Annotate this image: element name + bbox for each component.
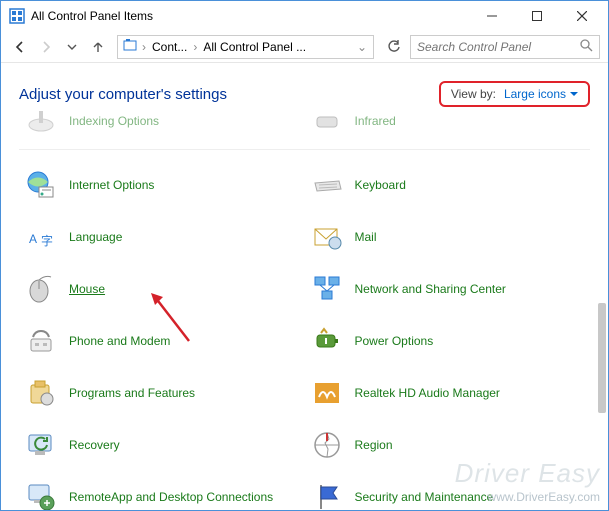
search-box[interactable] <box>410 35 600 59</box>
view-by-value: Large icons <box>504 87 566 101</box>
network-icon <box>309 271 345 307</box>
region-icon <box>309 427 345 463</box>
mail-icon <box>309 219 345 255</box>
item-keyboard[interactable]: Keyboard <box>305 165 591 205</box>
breadcrumb-root-icon <box>122 37 138 56</box>
item-indexing-options[interactable]: Indexing Options <box>19 101 305 141</box>
minimize-button[interactable] <box>469 2 514 30</box>
item-programs-features[interactable]: Programs and Features <box>19 373 305 413</box>
item-power-options[interactable]: Power Options <box>305 321 591 361</box>
up-button[interactable] <box>87 36 109 58</box>
view-by-label: View by: <box>451 87 496 101</box>
item-label: Security and Maintenance <box>355 490 494 505</box>
item-mail[interactable]: Mail <box>305 217 591 257</box>
chevron-right-icon: › <box>191 40 199 54</box>
item-label: Indexing Options <box>69 114 159 129</box>
recent-dropdown[interactable] <box>61 36 83 58</box>
page-title: Adjust your computer's settings <box>19 86 227 103</box>
language-icon: A字 <box>23 219 59 255</box>
item-realtek-audio[interactable]: Realtek HD Audio Manager <box>305 373 591 413</box>
item-mouse[interactable]: Mouse <box>19 269 305 309</box>
power-options-icon <box>309 323 345 359</box>
chevron-down-icon <box>570 90 578 98</box>
item-label: Mail <box>355 230 377 245</box>
separator <box>19 149 590 150</box>
svg-text:字: 字 <box>41 233 53 248</box>
item-label: Programs and Features <box>69 386 195 401</box>
search-input[interactable] <box>417 40 567 54</box>
item-label: Language <box>69 230 122 245</box>
item-region[interactable]: Region <box>305 425 591 465</box>
view-by-dropdown[interactable]: Large icons <box>504 87 578 101</box>
security-maintenance-icon <box>309 479 345 510</box>
item-label: Phone and Modem <box>69 334 170 349</box>
keyboard-icon <box>309 167 345 203</box>
titlebar: All Control Panel Items <box>1 1 608 31</box>
remoteapp-icon <box>23 479 59 510</box>
realtek-icon <box>309 375 345 411</box>
phone-modem-icon <box>23 323 59 359</box>
item-label: Network and Sharing Center <box>355 282 506 297</box>
item-label: Mouse <box>69 282 105 297</box>
scrollbar-thumb[interactable] <box>598 303 606 413</box>
search-icon <box>579 38 593 55</box>
item-phone-modem[interactable]: Phone and Modem <box>19 321 305 361</box>
back-button[interactable] <box>9 36 31 58</box>
nav-toolbar: › Cont... › All Control Panel ... ⌄ <box>1 31 608 63</box>
item-label: Infrared <box>355 114 396 129</box>
control-panel-icon <box>9 8 25 24</box>
chevron-right-icon: › <box>140 40 148 54</box>
close-button[interactable] <box>559 2 604 30</box>
item-internet-options[interactable]: Internet Options <box>19 165 305 205</box>
item-infrared[interactable]: Infrared <box>305 101 591 141</box>
items-grid: Indexing Options Infrared Internet Optio… <box>19 125 590 510</box>
infrared-icon <box>309 103 345 139</box>
forward-button[interactable] <box>35 36 57 58</box>
programs-features-icon <box>23 375 59 411</box>
item-label: Keyboard <box>355 178 406 193</box>
internet-options-icon <box>23 167 59 203</box>
item-recovery[interactable]: Recovery <box>19 425 305 465</box>
maximize-button[interactable] <box>514 2 559 30</box>
breadcrumb-seg-2[interactable]: All Control Panel ... <box>201 40 308 54</box>
item-label: Internet Options <box>69 178 154 193</box>
recovery-icon <box>23 427 59 463</box>
refresh-button[interactable] <box>382 35 406 59</box>
item-label: Recovery <box>69 438 120 453</box>
indexing-icon <box>23 103 59 139</box>
chevron-down-icon[interactable]: ⌄ <box>355 40 369 54</box>
item-label: Power Options <box>355 334 434 349</box>
breadcrumb[interactable]: › Cont... › All Control Panel ... ⌄ <box>117 35 374 59</box>
item-network-sharing[interactable]: Network and Sharing Center <box>305 269 591 309</box>
breadcrumb-seg-1[interactable]: Cont... <box>150 40 189 54</box>
item-label: RemoteApp and Desktop Connections <box>69 490 273 505</box>
content-area: Adjust your computer's settings View by:… <box>1 63 608 510</box>
svg-text:A: A <box>29 232 37 246</box>
window-title: All Control Panel Items <box>31 9 469 23</box>
item-label: Region <box>355 438 393 453</box>
item-security-maintenance[interactable]: Security and Maintenance <box>305 477 591 510</box>
mouse-icon <box>23 271 59 307</box>
item-language[interactable]: A字 Language <box>19 217 305 257</box>
item-label: Realtek HD Audio Manager <box>355 386 500 401</box>
item-remoteapp[interactable]: RemoteApp and Desktop Connections <box>19 477 305 510</box>
